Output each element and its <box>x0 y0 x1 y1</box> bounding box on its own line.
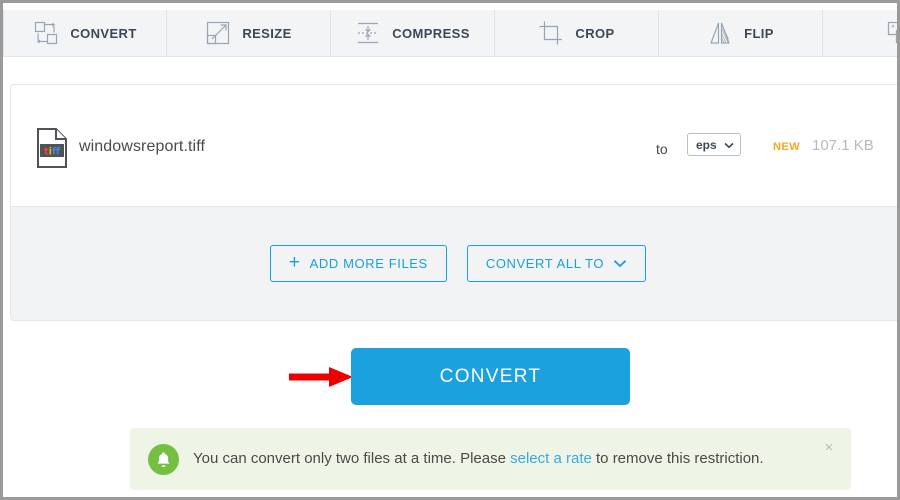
bell-icon <box>148 444 179 475</box>
file-name: windowsreport.tiff <box>79 138 205 156</box>
convert-all-to-label: CONVERT ALL TO <box>486 256 604 271</box>
tab-crop-label: CROP <box>575 26 614 41</box>
file-size: 107.1 KB <box>812 137 874 154</box>
close-icon[interactable]: × <box>821 440 837 456</box>
flip-icon <box>707 20 733 46</box>
tab-resize-label: RESIZE <box>242 26 291 41</box>
tab-flip[interactable]: FLIP <box>659 10 823 56</box>
chevron-down-icon <box>613 256 627 271</box>
notification-text-before: You can convert only two files at a time… <box>193 450 510 467</box>
rotate-icon <box>886 20 897 46</box>
tiff-file-icon: tiff <box>35 128 69 168</box>
convert-button[interactable]: CONVERT <box>351 348 630 405</box>
tab-rotate[interactable] <box>823 10 897 56</box>
tab-compress[interactable]: COMPRESS <box>331 10 495 56</box>
tab-convert-label: CONVERT <box>70 26 136 41</box>
target-format-select[interactable]: eps <box>687 133 741 156</box>
convert-button-label: CONVERT <box>440 366 542 388</box>
notification-text-after: to remove this restriction. <box>592 450 764 467</box>
tool-tabs-bar: CONVERT RESIZE <box>3 10 897 57</box>
file-list-card: tiff windowsreport.tiff to eps NEW 107.1… <box>10 84 897 207</box>
resize-icon <box>205 20 231 46</box>
annotation-arrow-icon <box>289 365 355 389</box>
notification-banner: You can convert only two files at a time… <box>130 428 851 490</box>
compress-icon <box>355 20 381 46</box>
select-a-rate-link[interactable]: select a rate <box>510 450 592 467</box>
file-actions-band: + ADD MORE FILES CONVERT ALL TO <box>10 207 897 321</box>
convert-icon <box>33 20 59 46</box>
tab-convert[interactable]: CONVERT <box>3 10 167 56</box>
add-more-files-label: ADD MORE FILES <box>310 256 428 271</box>
chevron-down-icon <box>724 136 734 154</box>
app-viewport: CONVERT RESIZE <box>3 3 897 497</box>
add-more-files-button[interactable]: + ADD MORE FILES <box>270 245 447 282</box>
convert-all-to-button[interactable]: CONVERT ALL TO <box>467 245 646 282</box>
target-format-value: eps <box>696 138 717 152</box>
tab-flip-label: FLIP <box>744 26 774 41</box>
file-row: tiff windowsreport.tiff to eps NEW 107.1… <box>11 85 897 206</box>
tab-resize[interactable]: RESIZE <box>167 10 331 56</box>
tab-compress-label: COMPRESS <box>392 26 470 41</box>
tab-crop[interactable]: CROP <box>495 10 659 56</box>
to-label: to <box>656 141 668 157</box>
status-badge-new: NEW <box>773 141 800 153</box>
crop-icon <box>538 20 564 46</box>
plus-icon: + <box>289 253 301 272</box>
svg-text:tiff: tiff <box>44 146 61 157</box>
app-window: CONVERT RESIZE <box>0 0 900 500</box>
notification-message: You can convert only two files at a time… <box>193 449 764 469</box>
